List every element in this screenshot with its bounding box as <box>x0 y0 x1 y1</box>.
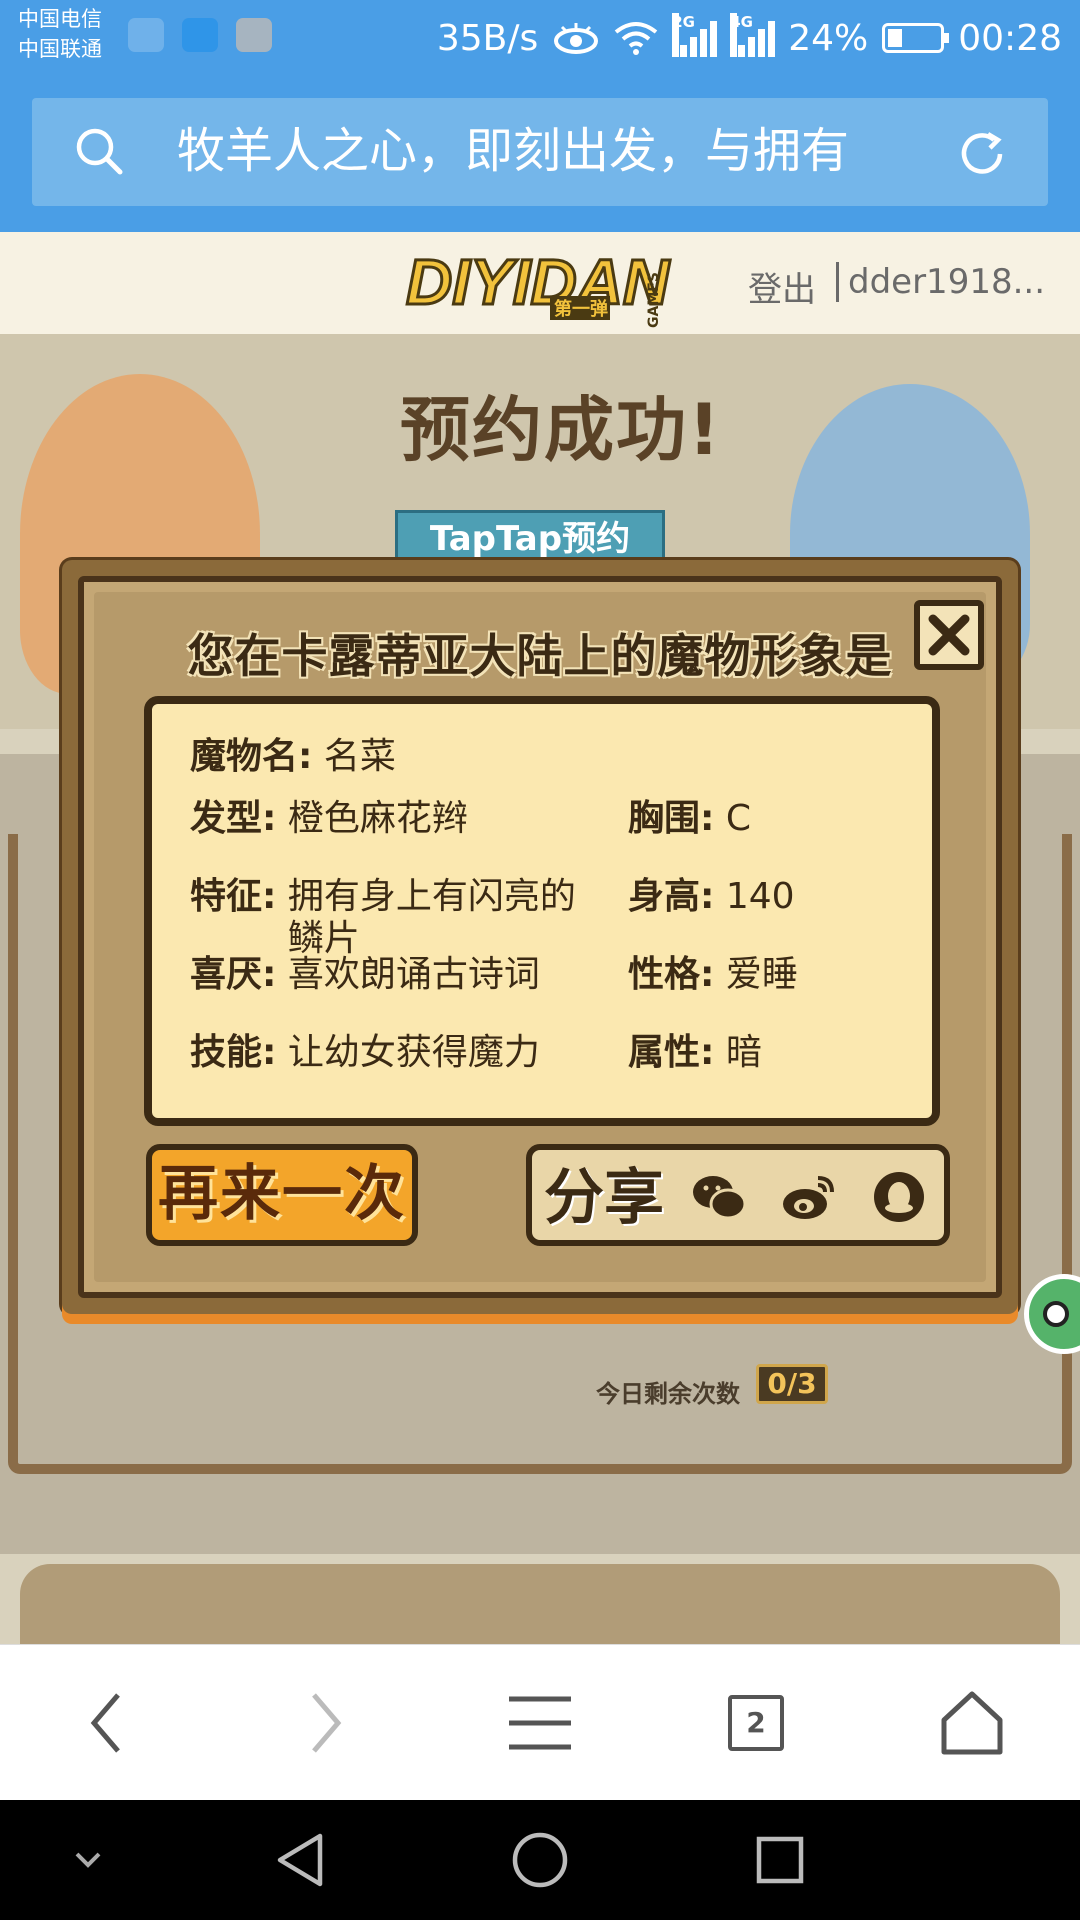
field-name: 魔物名: 名菜 <box>190 736 396 777</box>
carrier-2: 中国联通 <box>18 37 102 61</box>
eye-icon <box>554 23 599 54</box>
svg-text:DIYIDAN: DIYIDAN <box>406 246 671 318</box>
clock: 00:28 <box>958 17 1062 59</box>
forward-button[interactable] <box>286 1683 366 1763</box>
monster-info: 魔物名: 名菜 发型: 橙色麻花辫 胸围: C 特征: 拥有身上有闪亮的鳞片 身… <box>144 696 940 1126</box>
top-bar: 中国电信 中国联通 35B/s 2G 4G 24% 00:28 牧羊人之心，即刻… <box>0 0 1080 232</box>
divider <box>836 262 839 302</box>
search-bar[interactable]: 牧羊人之心，即刻出发，与拥有 <box>32 98 1048 206</box>
field-likes: 喜厌: 喜欢朗诵古诗词 <box>190 954 540 995</box>
field-personality: 性格: 爱睡 <box>628 954 798 995</box>
menu-button[interactable] <box>500 1683 580 1763</box>
system-back-button[interactable] <box>270 1830 330 1890</box>
status-right: 35B/s 2G 4G 24% 00:28 <box>437 10 1062 66</box>
square-recents-icon[interactable] <box>755 1835 805 1885</box>
search-icon[interactable] <box>74 126 124 176</box>
browser-toolbar: 2 <box>0 1644 1080 1800</box>
battery-icon <box>882 23 950 53</box>
circle-home-icon[interactable] <box>511 1831 569 1889</box>
tab-count[interactable]: 2 <box>728 1695 784 1751</box>
hide-nav-button[interactable] <box>58 1830 118 1890</box>
close-button[interactable] <box>914 600 984 670</box>
network-speed: 35B/s <box>436 17 539 59</box>
weibo-icon[interactable] <box>780 1170 838 1224</box>
share-label: 分享 <box>544 1163 664 1233</box>
gallery-icon <box>236 18 272 52</box>
chevron-down-icon[interactable] <box>73 1850 103 1870</box>
site-logo[interactable]: DIYIDAN 第一弹 GAMES <box>400 238 680 330</box>
wifi-icon <box>614 22 658 55</box>
field-feature: 特征: 拥有身上有闪亮的鳞片 <box>190 876 576 959</box>
svg-text:GAMES: GAMES <box>646 272 662 328</box>
svg-text:第一弹: 第一弹 <box>554 298 608 320</box>
battery-percent: 24% <box>788 17 869 59</box>
field-attribute: 属性: 暗 <box>628 1032 762 1073</box>
search-input[interactable]: 牧羊人之心，即刻出发，与拥有 <box>177 120 957 182</box>
wechat-icon[interactable] <box>690 1170 748 1224</box>
refresh-icon[interactable] <box>956 128 1008 180</box>
remaining-label: 今日剩余次数 <box>596 1380 740 1408</box>
retry-button[interactable]: 再来一次 <box>146 1144 418 1246</box>
site-header: DIYIDAN 第一弹 GAMES 登出 dder1918... <box>0 232 1080 334</box>
signal-icon: 2G <box>672 13 718 57</box>
health-icon <box>128 18 164 52</box>
field-skill: 技能: 让幼女获得魔力 <box>190 1032 540 1073</box>
logout-link[interactable]: 登出 <box>748 262 816 311</box>
username-link[interactable]: dder1918... <box>848 262 1045 302</box>
banner-title: 预约成功! <box>400 389 722 471</box>
system-home-button[interactable] <box>510 1830 570 1890</box>
triangle-back-icon[interactable] <box>274 1832 326 1888</box>
message-icon <box>182 18 218 52</box>
system-recents-button[interactable] <box>750 1830 810 1890</box>
menu-icon[interactable] <box>507 1695 573 1751</box>
result-modal: 您在卡露蒂亚大陆上的魔物形象是 魔物名: 名菜 发型: 橙色麻花辫 胸围: C … <box>62 560 1018 1314</box>
remaining-count: 0/3 <box>756 1364 828 1404</box>
field-height: 身高: 140 <box>628 876 795 917</box>
field-hair: 发型: 橙色麻花辫 <box>190 798 468 839</box>
scroll-decoration <box>20 1564 1060 1644</box>
share-panel: 分享 <box>526 1144 950 1246</box>
chevron-left-icon[interactable] <box>86 1691 126 1755</box>
qq-icon[interactable] <box>870 1170 928 1224</box>
signal-icon: 4G <box>730 13 776 57</box>
field-bust: 胸围: C <box>628 798 751 839</box>
home-icon[interactable] <box>940 1690 1004 1756</box>
home-button[interactable] <box>932 1683 1012 1763</box>
tabs-button[interactable]: 2 <box>716 1683 796 1763</box>
chevron-right-icon[interactable] <box>306 1691 346 1755</box>
status-bar: 中国电信 中国联通 35B/s 2G 4G 24% 00:28 <box>0 0 1080 76</box>
system-nav-bar <box>0 1800 1080 1920</box>
close-icon[interactable] <box>927 613 971 657</box>
modal-title: 您在卡露蒂亚大陆上的魔物形象是 <box>187 629 893 683</box>
carrier-1: 中国电信 <box>18 7 102 31</box>
back-button[interactable] <box>66 1683 146 1763</box>
